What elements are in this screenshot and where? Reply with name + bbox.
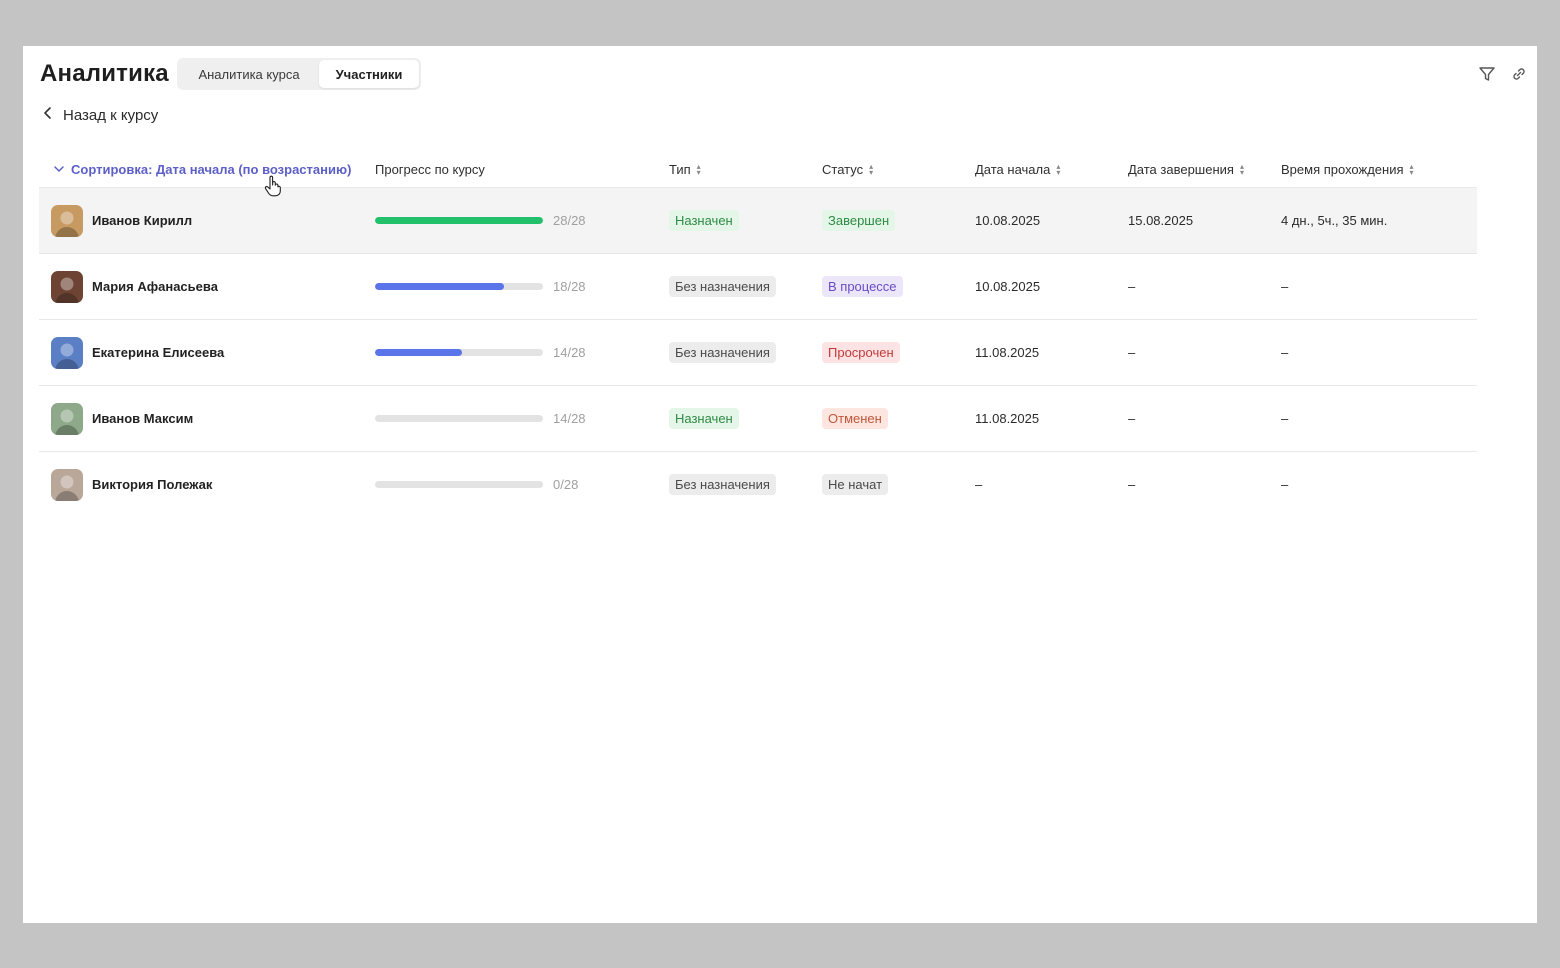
sort-arrows-icon: ▴ ▾ [1239, 161, 1244, 177]
end-date: – [1128, 477, 1136, 492]
status-badge: Завершен [822, 210, 896, 231]
duration: 4 дн., 5ч., 35 мин. [1281, 213, 1388, 228]
progress-count: 28/28 [553, 213, 586, 228]
tab-bar: Аналитика курса Участники [177, 58, 421, 90]
header-type[interactable]: Тип ▴ ▾ [669, 162, 701, 177]
participant-name[interactable]: Мария Афанасьева [92, 279, 218, 294]
participants-table: Иванов Кирилл 28/28 Назначен Завершен 10… [39, 188, 1477, 518]
sort-arrows-icon: ▴ ▾ [869, 161, 874, 177]
header-type-label: Тип [669, 162, 691, 177]
sort-arrows-icon: ▴ ▾ [696, 161, 701, 177]
table-row[interactable]: Виктория Полежак 0/28 Без назначения Не … [39, 452, 1477, 518]
status-badge: Просрочен [822, 342, 900, 363]
progress-bar [375, 481, 543, 488]
header-end-label: Дата завершения [1128, 162, 1234, 177]
end-date: – [1128, 279, 1136, 294]
header-progress: Прогресс по курсу [375, 162, 485, 177]
table-row[interactable]: Иванов Максим 14/28 Назначен Отменен 11.… [39, 386, 1477, 452]
avatar [51, 337, 83, 369]
participant-name[interactable]: Иванов Кирилл [92, 213, 192, 228]
back-to-course-link[interactable]: Назад к курсу [43, 106, 158, 124]
progress-count: 14/28 [553, 411, 586, 426]
end-date: 15.08.2025 [1128, 213, 1194, 228]
hand-cursor-icon [264, 175, 282, 202]
chevron-down-icon [53, 162, 65, 177]
start-date: 11.08.2025 [975, 345, 1040, 360]
progress-bar-fill [375, 217, 543, 224]
type-badge: Назначен [669, 408, 739, 429]
progress-bar [375, 217, 543, 224]
filter-icon[interactable] [1477, 64, 1497, 84]
progress-bar-fill [375, 283, 505, 290]
status-badge: Отменен [822, 408, 888, 429]
chevron-left-icon [43, 106, 53, 124]
status-badge: В процессе [822, 276, 903, 297]
duration: – [1281, 411, 1289, 426]
link-icon[interactable] [1509, 64, 1529, 84]
sort-arrows-icon: ▴ ▾ [1056, 161, 1061, 177]
sort-label: Сортировка: Дата начала (по возрастанию) [71, 162, 352, 177]
end-date: – [1128, 345, 1136, 360]
start-date: – [975, 477, 983, 492]
end-date: – [1128, 411, 1136, 426]
header-actions [1477, 64, 1529, 84]
header-status-label: Статус [822, 162, 864, 177]
header-time-label: Время прохождения [1281, 162, 1404, 177]
table-row[interactable]: Иванов Кирилл 28/28 Назначен Завершен 10… [39, 188, 1477, 254]
avatar [51, 205, 83, 237]
progress-count: 0/28 [553, 477, 579, 492]
progress-bar [375, 415, 543, 422]
duration: – [1281, 279, 1289, 294]
status-badge: Не начат [822, 474, 889, 495]
tab-participants[interactable]: Участники [319, 60, 419, 88]
page-title: Аналитика [40, 60, 169, 87]
progress-count: 18/28 [553, 279, 586, 294]
table-row[interactable]: Мария Афанасьева 18/28 Без назначения В … [39, 254, 1477, 320]
table-row[interactable]: Екатерина Елисеева 14/28 Без назначения … [39, 320, 1477, 386]
header-end-date[interactable]: Дата завершения ▴ ▾ [1128, 162, 1244, 177]
tab-course-analytics[interactable]: Аналитика курса [179, 60, 319, 88]
duration: – [1281, 477, 1289, 492]
start-date: 10.08.2025 [975, 279, 1041, 294]
sort-dropdown[interactable]: Сортировка: Дата начала (по возрастанию) [53, 162, 351, 177]
avatar [51, 469, 83, 501]
progress-bar [375, 349, 543, 356]
header-status[interactable]: Статус ▴ ▾ [822, 162, 873, 177]
header-start-date[interactable]: Дата начала ▴ ▾ [975, 162, 1060, 177]
progress-bar-fill [375, 349, 463, 356]
type-badge: Без назначения [669, 276, 776, 297]
type-badge: Без назначения [669, 342, 776, 363]
table-header: Сортировка: Дата начала (по возрастанию)… [39, 158, 1477, 188]
header-progress-label: Прогресс по курсу [375, 162, 485, 177]
sort-arrows-icon: ▴ ▾ [1409, 161, 1414, 177]
participant-name[interactable]: Виктория Полежак [92, 477, 212, 492]
progress-bar [375, 283, 543, 290]
participant-name[interactable]: Екатерина Елисеева [92, 345, 224, 360]
header-duration[interactable]: Время прохождения ▴ ▾ [1281, 162, 1414, 177]
participant-name[interactable]: Иванов Максим [92, 411, 193, 426]
avatar [51, 271, 83, 303]
back-label: Назад к курсу [63, 106, 159, 124]
header-start-label: Дата начала [975, 162, 1051, 177]
start-date: 11.08.2025 [975, 411, 1040, 426]
analytics-panel: Аналитика Аналитика курса Участники Наза… [23, 46, 1537, 923]
duration: – [1281, 345, 1289, 360]
progress-count: 14/28 [553, 345, 586, 360]
start-date: 10.08.2025 [975, 213, 1041, 228]
type-badge: Без назначения [669, 474, 776, 495]
type-badge: Назначен [669, 210, 739, 231]
avatar [51, 403, 83, 435]
